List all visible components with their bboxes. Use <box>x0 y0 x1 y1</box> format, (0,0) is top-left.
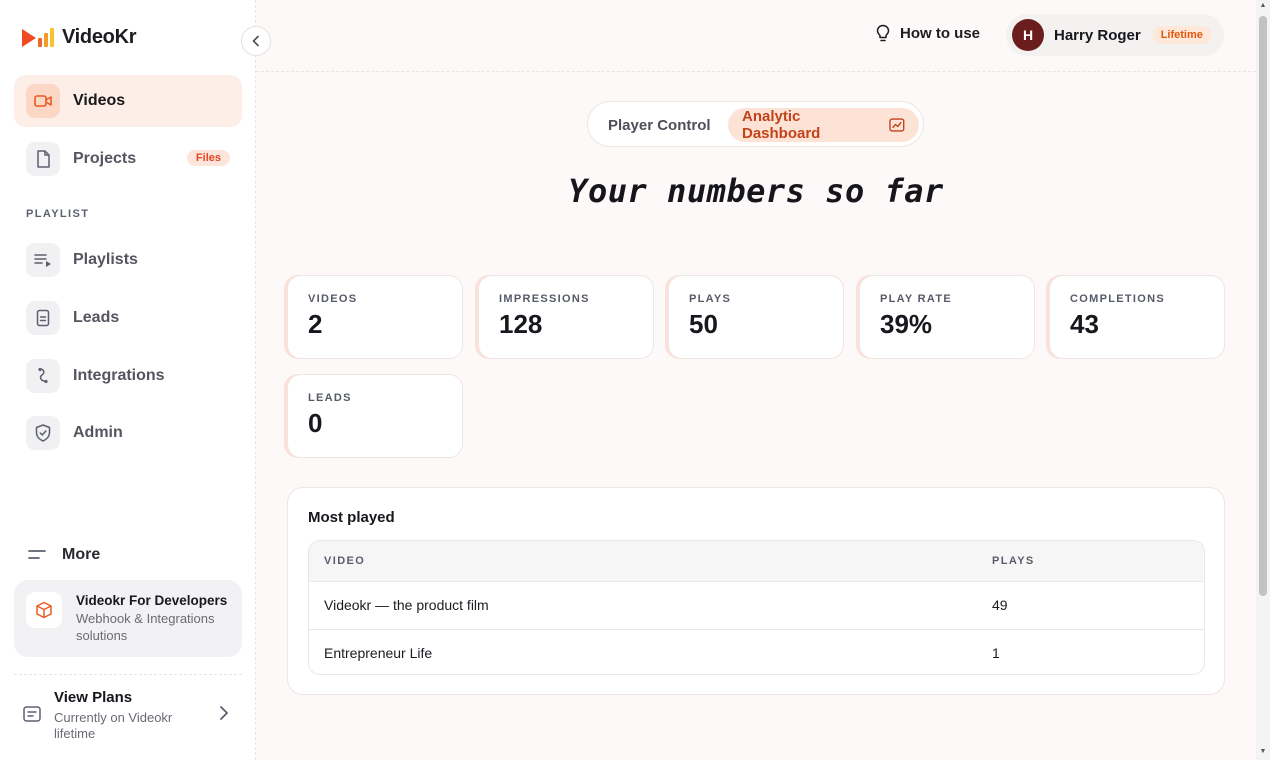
sidebar-item-label: Projects <box>73 150 137 167</box>
most-played-table: VIDEO PLAYS Videokr — the product film 4… <box>308 540 1205 675</box>
sidebar-item-label: Playlists <box>73 251 138 268</box>
plan-card-icon <box>23 706 41 722</box>
cube-icon <box>26 592 62 628</box>
sidebar: VideoKr Videos Projects Files PLAYLIST P… <box>0 0 256 760</box>
section-label-playlist: PLAYLIST <box>26 208 90 220</box>
how-to-use-button[interactable]: How to use <box>876 24 980 42</box>
chevron-right-icon <box>220 706 228 720</box>
developers-card[interactable]: Videokr For Developers Webhook & Integra… <box>14 580 242 657</box>
sidebar-item-leads[interactable]: Leads <box>14 292 242 344</box>
scroll-down-icon[interactable]: ▼ <box>1258 748 1268 755</box>
stat-value: 0 <box>308 408 323 438</box>
top-header: How to use H Harry Roger Lifetime <box>256 0 1256 72</box>
stat-card-impressions: IMPRESSIONS 128 <box>478 275 654 359</box>
sidebar-item-videos[interactable]: Videos <box>14 75 242 127</box>
menu-lines-icon <box>28 550 46 559</box>
tab-analytic-dashboard-label: Analytic Dashboard <box>742 108 821 142</box>
sidebar-item-projects[interactable]: Projects Files <box>14 133 242 185</box>
stat-label: PLAYS <box>689 293 732 305</box>
stat-label: LEADS <box>308 392 352 404</box>
logo-icon <box>22 27 54 47</box>
user-menu[interactable]: H Harry Roger Lifetime <box>1006 14 1224 56</box>
sidebar-item-admin[interactable]: Admin <box>14 407 242 459</box>
collapse-sidebar-button[interactable] <box>241 26 271 56</box>
developers-card-title: Videokr For Developers <box>76 593 228 608</box>
plan-badge: Lifetime <box>1152 26 1211 44</box>
video-name-cell: Videokr — the product film <box>324 597 489 613</box>
column-header-video[interactable]: VIDEO <box>324 555 365 567</box>
stat-card-plays: PLAYS 50 <box>668 275 844 359</box>
table-header: VIDEO PLAYS <box>309 541 1204 582</box>
playlist-icon <box>26 243 60 277</box>
developers-card-subtitle: Webhook & Integrations solutions <box>76 611 215 643</box>
stat-label: COMPLETIONS <box>1070 293 1165 305</box>
most-played-card: Most played VIDEO PLAYS Videokr — the pr… <box>287 487 1225 695</box>
sidebar-item-playlists[interactable]: Playlists <box>14 234 242 286</box>
sidebar-item-label: Admin <box>73 424 123 441</box>
user-name: Harry Roger <box>1054 26 1141 44</box>
how-to-use-label: How to use <box>900 24 981 42</box>
brand-logo[interactable]: VideoKr <box>22 26 137 49</box>
view-toggle: Player Control Analytic Dashboard <box>587 101 924 147</box>
stat-label: PLAY RATE <box>880 293 953 305</box>
stat-card-leads: LEADS 0 <box>287 374 463 458</box>
stat-label: IMPRESSIONS <box>499 293 590 305</box>
video-name-cell: Entrepreneur Life <box>324 645 433 661</box>
stat-value: 39% <box>880 309 933 339</box>
brand-name: VideoKr <box>62 26 137 48</box>
avatar: H <box>1012 19 1044 51</box>
tab-analytic-dashboard[interactable]: Analytic Dashboard <box>728 108 919 142</box>
view-plans-subtitle: Currently on Videokr lifetime <box>54 710 173 741</box>
tab-player-control[interactable]: Player Control <box>596 108 723 142</box>
stat-value: 43 <box>1070 309 1099 339</box>
chart-icon <box>889 118 905 132</box>
sidebar-item-label: Integrations <box>73 367 165 384</box>
files-badge: Files <box>186 150 230 166</box>
table-row[interactable]: Entrepreneur Life 1 <box>309 629 1204 674</box>
more-menu-button[interactable]: More <box>28 546 100 564</box>
file-icon <box>26 142 60 176</box>
vertical-scrollbar[interactable]: ▲ ▼ <box>1256 0 1270 760</box>
stat-value: 50 <box>689 309 718 339</box>
stat-card-play-rate: PLAY RATE 39% <box>859 275 1035 359</box>
chevron-left-icon <box>252 35 259 47</box>
column-header-plays[interactable]: PLAYS <box>992 555 1035 567</box>
view-plans-button[interactable]: View Plans Currently on Videokr lifetime <box>14 674 242 760</box>
most-played-title: Most played <box>308 509 395 526</box>
page-title: Your numbers so far <box>568 172 944 210</box>
video-camera-icon <box>26 84 60 118</box>
scroll-up-icon[interactable]: ▲ <box>1258 2 1268 9</box>
more-label: More <box>62 546 101 563</box>
stat-label: VIDEOS <box>308 293 358 305</box>
stat-card-videos: VIDEOS 2 <box>287 275 463 359</box>
stat-value: 2 <box>308 309 323 339</box>
scrollbar-thumb[interactable] <box>1259 16 1267 596</box>
table-row[interactable]: Videokr — the product film 49 <box>309 582 1204 629</box>
sidebar-item-label: Leads <box>73 309 120 326</box>
lightbulb-icon <box>876 24 890 42</box>
view-plans-title: View Plans <box>54 689 133 706</box>
sidebar-item-integrations[interactable]: Integrations <box>14 350 242 402</box>
plays-cell: 49 <box>992 597 1008 613</box>
sidebar-item-label: Videos <box>73 92 126 109</box>
document-icon <box>26 301 60 335</box>
plays-cell: 1 <box>992 645 1000 661</box>
stat-value: 128 <box>499 309 543 339</box>
stat-card-completions: COMPLETIONS 43 <box>1049 275 1225 359</box>
shield-icon <box>26 416 60 450</box>
integration-icon <box>26 359 60 393</box>
